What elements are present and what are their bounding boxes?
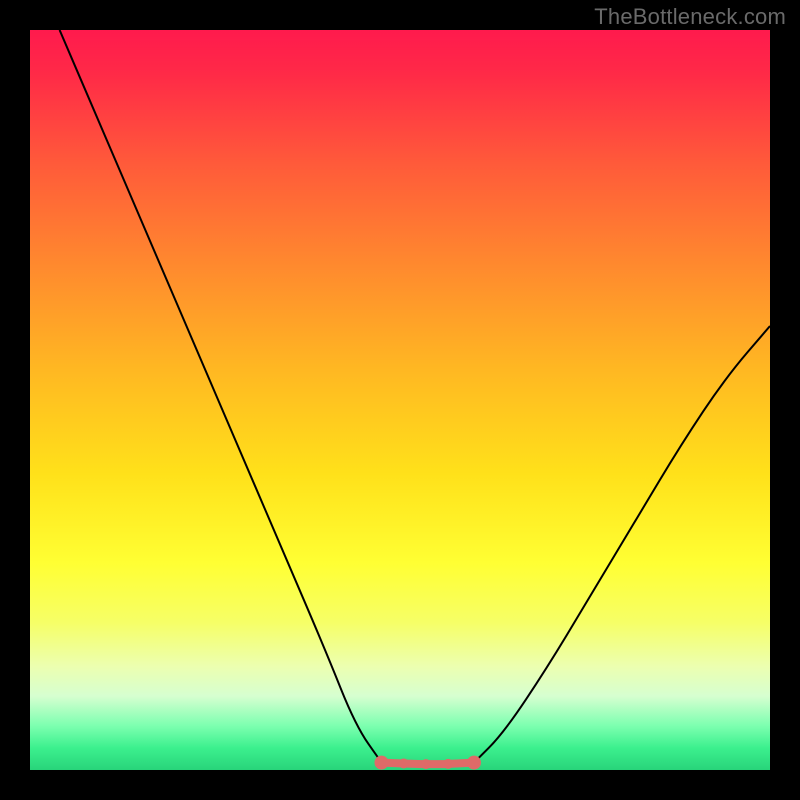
watermark-text: TheBottleneck.com: [594, 4, 786, 30]
optimal-segment-dot: [467, 756, 481, 770]
optimal-segment-dot: [421, 759, 431, 769]
chart-svg: [30, 30, 770, 770]
optimal-segment-dot: [399, 758, 409, 768]
chart-frame: TheBottleneck.com: [0, 0, 800, 800]
plot-area: [30, 30, 770, 770]
heat-background: [30, 30, 770, 770]
optimal-segment-dot: [375, 756, 389, 770]
optimal-segment-dot: [443, 759, 453, 769]
